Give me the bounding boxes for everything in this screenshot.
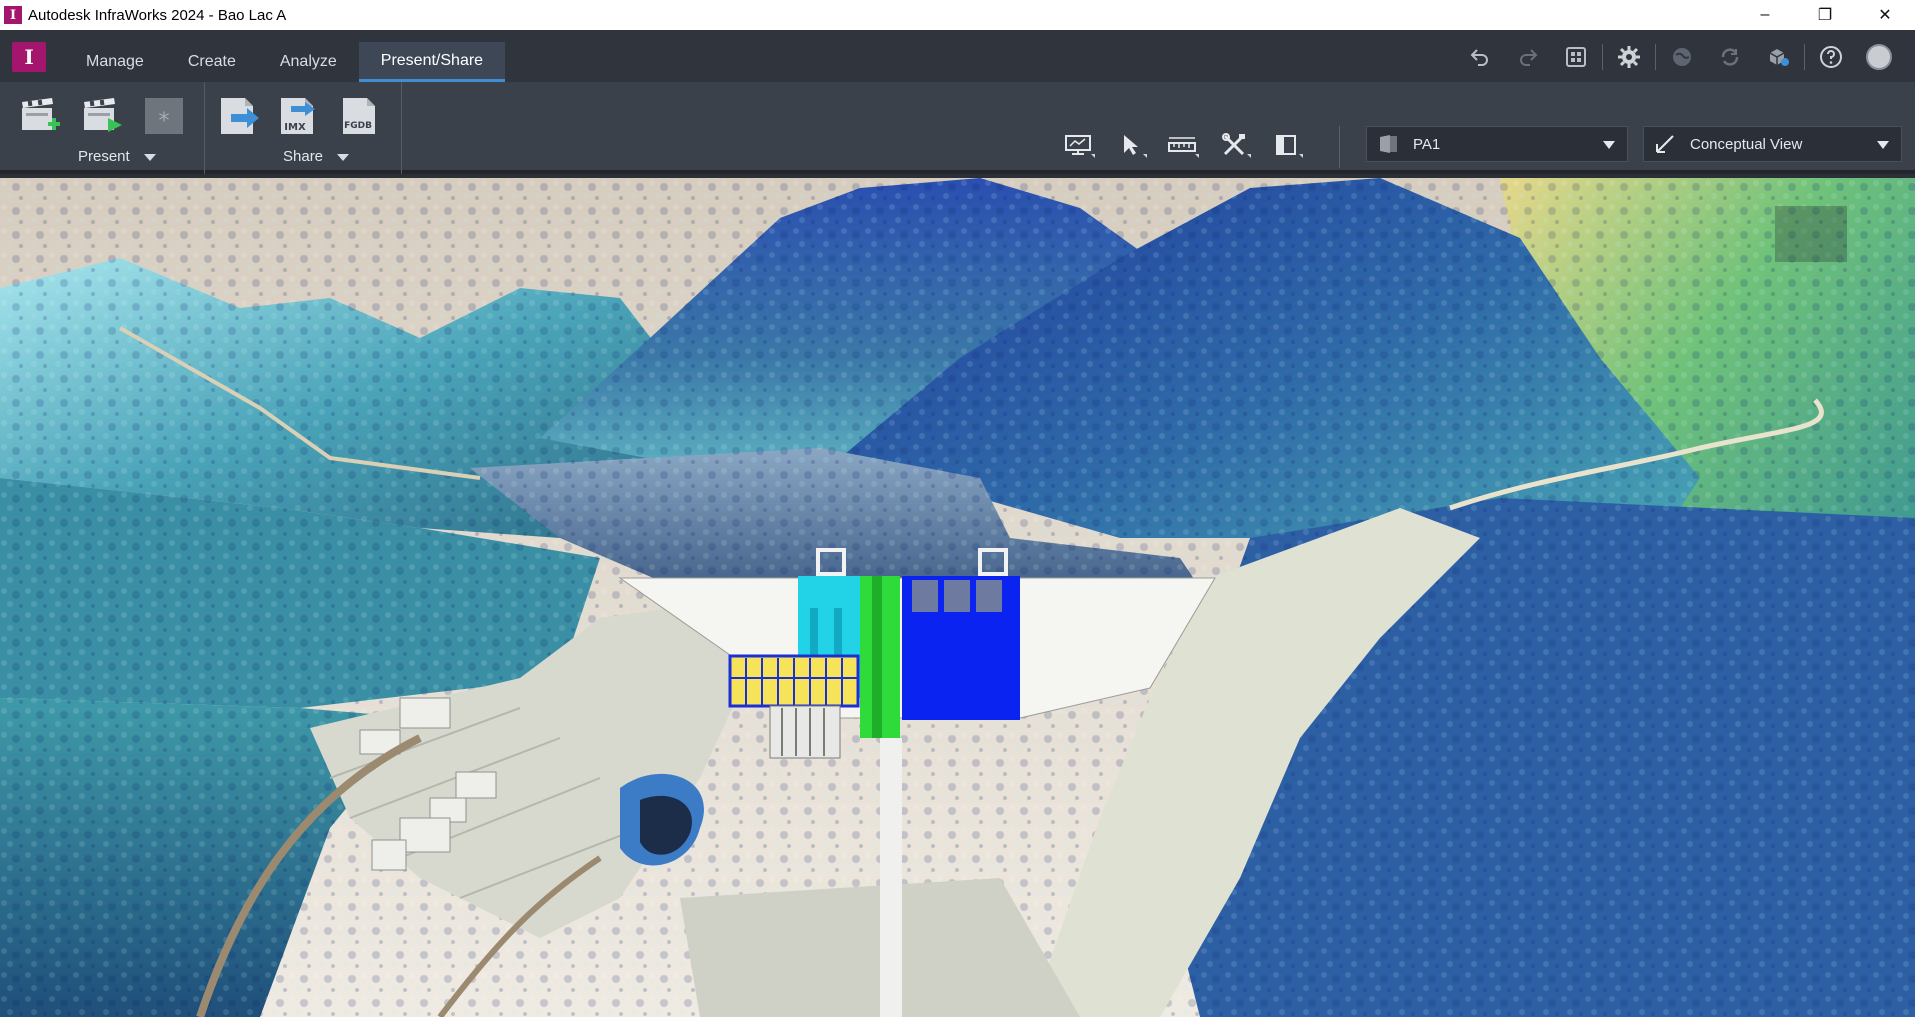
help-icon[interactable] [1807, 40, 1855, 74]
new-storyboard-icon[interactable] [18, 94, 62, 138]
tab-create[interactable]: Create [166, 42, 258, 82]
quick-access-toolbar [1456, 40, 1903, 74]
undo-icon[interactable] [1456, 40, 1504, 74]
chevron-down-icon [1603, 141, 1615, 149]
present-label: Present [78, 148, 130, 165]
export-fgdb-icon[interactable]: FGDB [337, 94, 381, 138]
toolbar-separator [1602, 44, 1603, 70]
conceptual-view-icon [1656, 135, 1674, 153]
present-group: * Present [0, 82, 205, 174]
dropdown-arrow-icon [1195, 154, 1199, 158]
avatar [1866, 44, 1892, 70]
model-properties-icon[interactable] [1552, 40, 1600, 74]
proposal-icon [1380, 135, 1397, 153]
minimize-button[interactable]: – [1735, 0, 1795, 30]
export-imx-icon[interactable]: IMX [277, 94, 321, 138]
window-controls: – ❐ ✕ [1735, 0, 1915, 30]
user-avatar[interactable] [1855, 40, 1903, 74]
ribbon-separator [1339, 126, 1340, 168]
dropdown-arrow-icon [1299, 154, 1303, 158]
tab-analyze[interactable]: Analyze [258, 42, 359, 82]
share-menu[interactable]: Share [283, 148, 350, 165]
view-style-dropdown[interactable]: Conceptual View [1643, 126, 1902, 162]
play-storyboard-icon[interactable] [80, 94, 124, 138]
display-monitor-icon[interactable] [1055, 128, 1101, 162]
3d-model-viewport[interactable] [0, 178, 1915, 1017]
fgdb-text: FGDB [344, 121, 372, 131]
chevron-down-icon [337, 153, 350, 161]
measure-ruler-icon[interactable] [1159, 128, 1205, 162]
tab-manage[interactable]: Manage [64, 42, 166, 82]
select-pointer-icon[interactable] [1107, 128, 1153, 162]
proposal-dropdown[interactable]: PA1 [1366, 126, 1628, 162]
view-style-value: Conceptual View [1690, 135, 1803, 153]
maximize-button[interactable]: ❐ [1795, 0, 1855, 30]
present-menu[interactable]: Present [78, 148, 156, 165]
share-group: IMX FGDB Share [205, 82, 402, 174]
infraworks-app-icon: I [4, 6, 22, 24]
dropdown-arrow-icon [1143, 154, 1147, 158]
svg-text:*: * [159, 109, 170, 134]
close-button[interactable]: ✕ [1855, 0, 1915, 30]
window-title: Autodesk InfraWorks 2024 - Bao Lac A [28, 6, 287, 24]
toolbar-separator [1655, 44, 1656, 70]
window-titlebar: I Autodesk InfraWorks 2024 - Bao Lac A –… [0, 0, 1915, 30]
chevron-down-icon [1877, 141, 1889, 149]
dropdown-arrow-icon [1091, 154, 1095, 158]
model-cloud-icon[interactable] [1754, 40, 1802, 74]
settings-gear-icon[interactable] [1605, 40, 1653, 74]
share-label: Share [283, 148, 324, 165]
redo-icon[interactable] [1504, 40, 1552, 74]
view-tools [1055, 128, 1309, 162]
asterisk-placeholder-icon[interactable]: * [142, 94, 186, 138]
tab-present-share[interactable]: Present/Share [358, 42, 506, 82]
imx-text: IMX [284, 122, 306, 133]
ribbon-tab-bar: I Manage Create Analyze Present/Share [0, 30, 1915, 82]
toolbar-separator [1804, 44, 1805, 70]
panel-layout-icon[interactable] [1263, 128, 1309, 162]
sync-icon[interactable] [1706, 40, 1754, 74]
proposal-value: PA1 [1413, 135, 1441, 153]
globe-icon[interactable] [1658, 40, 1706, 74]
ribbon-panel: * Present IMX FGDB Share PA1 Conceptual … [0, 82, 1915, 174]
dropdown-arrow-icon [1247, 154, 1251, 158]
chevron-down-icon [143, 153, 156, 161]
tools-wrench-icon[interactable] [1211, 128, 1257, 162]
app-menu-button[interactable]: I [12, 42, 46, 72]
export-3d-model-icon[interactable] [217, 94, 261, 138]
terrain-scene [0, 178, 1915, 1017]
